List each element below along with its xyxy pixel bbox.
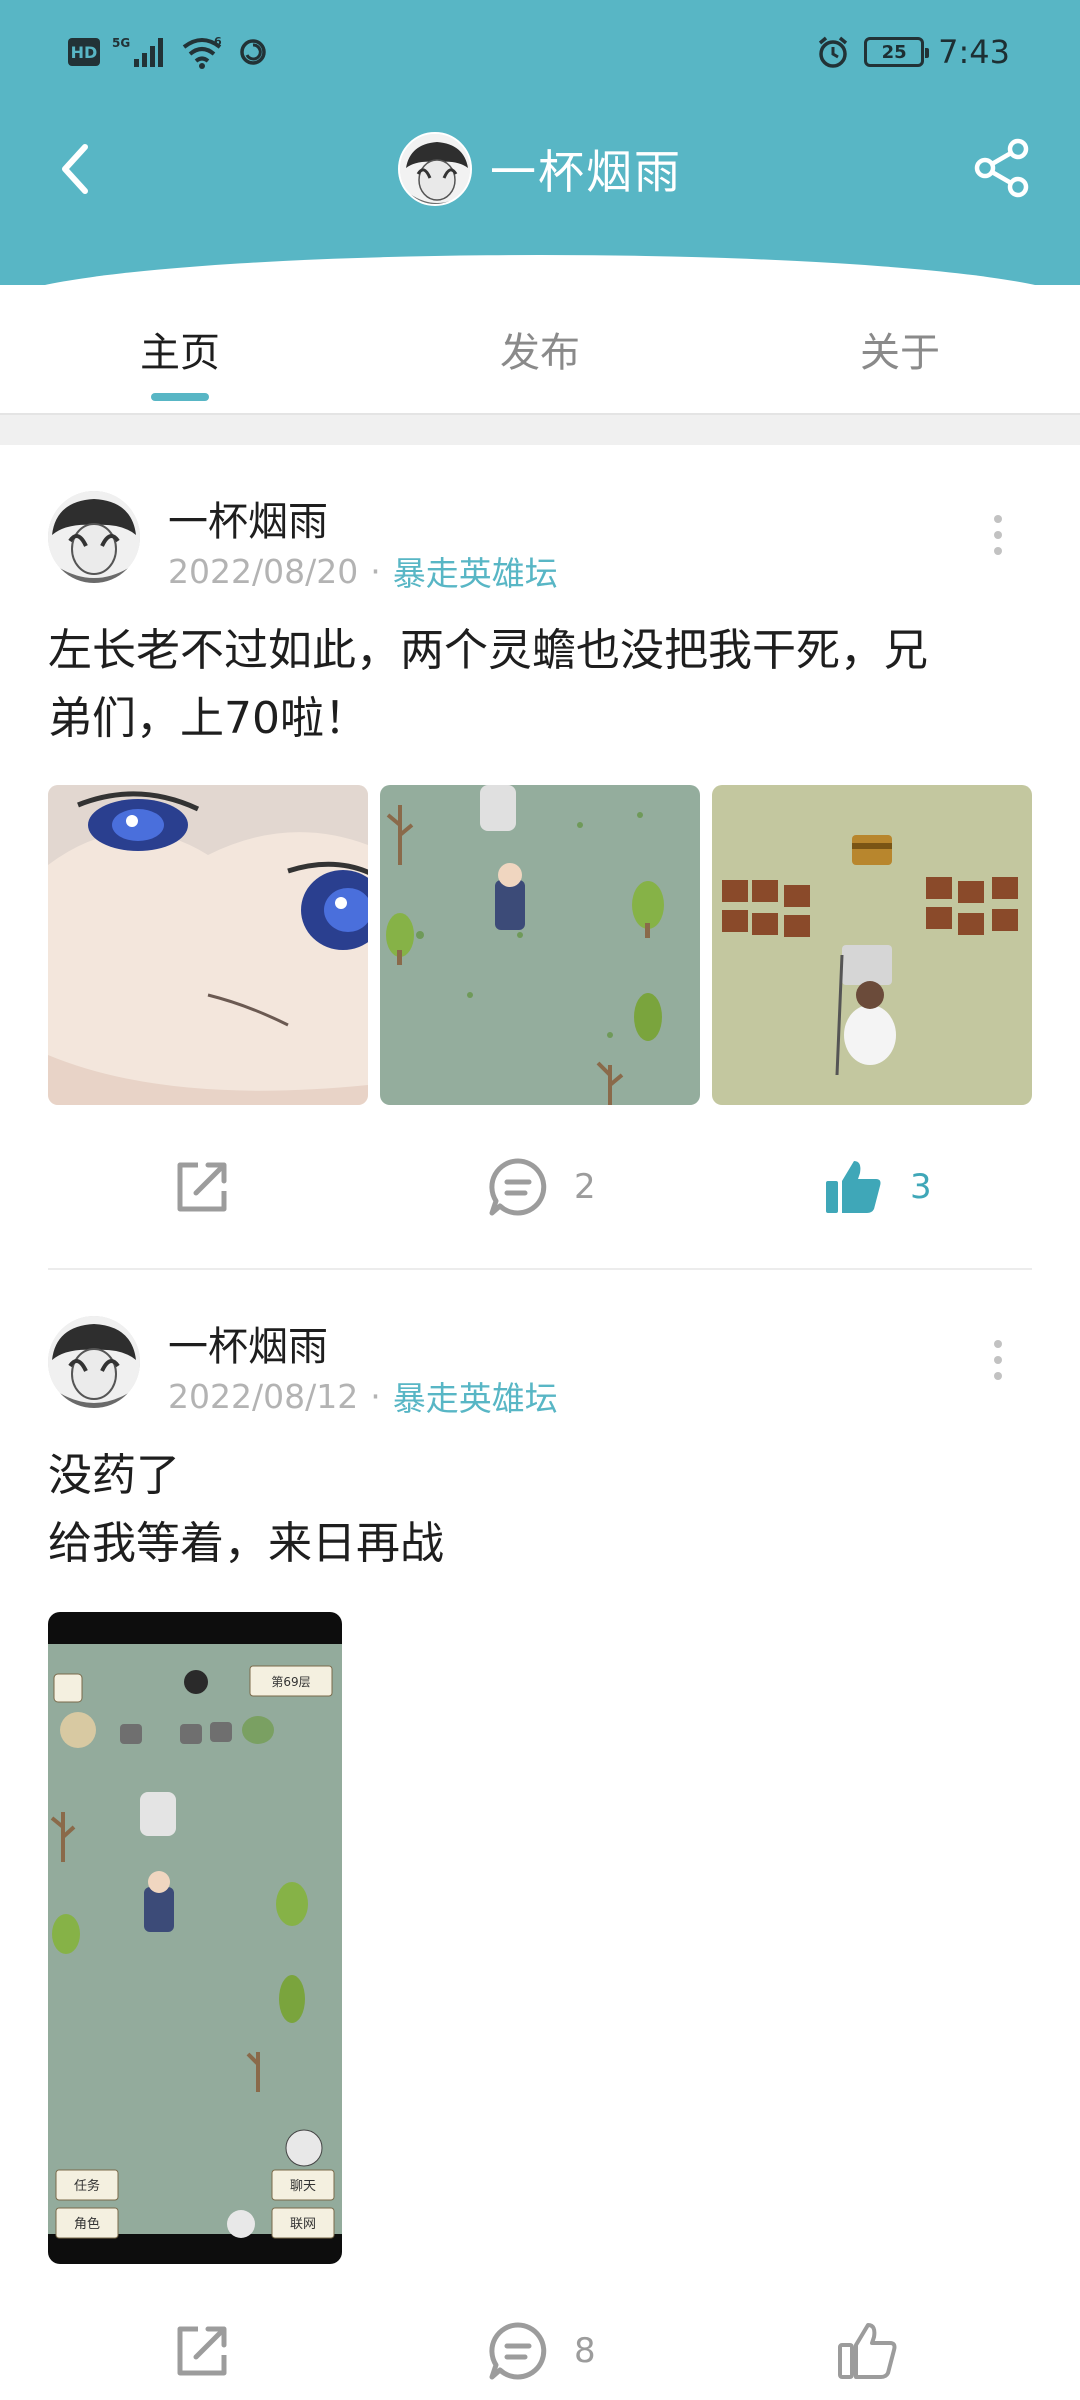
sync-icon xyxy=(238,37,268,67)
comment-icon xyxy=(489,2322,547,2380)
more-dot xyxy=(994,1372,1002,1380)
external-share-icon xyxy=(177,2326,227,2376)
more-dot xyxy=(994,515,1002,523)
tab-indicator xyxy=(151,393,209,401)
post-content: 没药了 给我等着，来日再战 xyxy=(48,1442,1040,1578)
post-date: 2022/08/12 xyxy=(168,1376,359,1416)
game-battle-image[interactable] xyxy=(712,785,1032,1105)
post-date: 2022/08/20 xyxy=(168,551,359,591)
wifi-label: 6 xyxy=(214,35,222,48)
comment-button[interactable]: 2 xyxy=(486,1142,596,1232)
post-card[interactable]: 一杯烟雨 2022/08/20 · 暴走英雄坛 左长老不过如此，两个灵蟾也没把我… xyxy=(0,445,1080,1270)
game-network-label: 联网 xyxy=(290,2217,316,2232)
more-dot xyxy=(994,531,1002,539)
5g-signal-icon: 5G xyxy=(112,35,168,69)
nav-bar: 一杯烟雨 xyxy=(0,104,1080,234)
tab-posts-label: 发布 xyxy=(500,330,580,376)
like-button[interactable] xyxy=(836,2306,924,2396)
hd-icon: HD xyxy=(68,38,100,66)
game-floor-label: 第69层 xyxy=(271,1675,310,1689)
net-type-label: 5G xyxy=(112,36,130,50)
post-content: 左长老不过如此，两个灵蟾也没把我干死，兄 弟们，上70啦！ xyxy=(48,617,1040,753)
post-forum-link[interactable]: 暴走英雄坛 xyxy=(393,1372,558,1420)
post-forum-link[interactable]: 暴走英雄坛 xyxy=(393,547,558,595)
post-card[interactable]: 一杯烟雨 2022/08/12 · 暴走英雄坛 没药了 给我等着，来日再战 第6… xyxy=(0,1270,1080,2400)
avatar[interactable] xyxy=(398,132,472,206)
external-share-icon xyxy=(177,1162,227,1212)
comment-count: 8 xyxy=(574,2331,596,2371)
comment-button[interactable]: 8 xyxy=(486,2306,596,2396)
wifi-icon: 6 xyxy=(180,35,226,69)
post-actions: 8 xyxy=(0,2306,1080,2396)
thumbs-up-icon xyxy=(838,2323,897,2379)
tab-home[interactable]: 主页 xyxy=(0,285,360,413)
thumbs-up-icon xyxy=(826,1161,881,1213)
anime-face-image[interactable] xyxy=(48,785,368,1105)
game-task-label: 任务 xyxy=(74,2178,100,2194)
post-author[interactable]: 一杯烟雨 xyxy=(168,489,328,547)
tab-about[interactable]: 关于 xyxy=(720,285,1080,413)
avatar[interactable] xyxy=(48,491,140,583)
battery-indicator: 25 xyxy=(864,37,930,67)
share-post-button[interactable] xyxy=(170,1142,234,1232)
status-left: HD 5G 6 xyxy=(68,30,268,74)
post-author[interactable]: 一杯烟雨 xyxy=(168,1314,328,1372)
post-text-line: 弟们，上70啦！ xyxy=(48,693,368,744)
comment-icon xyxy=(489,1158,547,1216)
game-role-label: 角色 xyxy=(74,2216,100,2232)
meta-dot: · xyxy=(370,551,381,591)
tab-posts[interactable]: 发布 xyxy=(360,285,720,413)
tab-about-label: 关于 xyxy=(860,330,940,376)
section-separator xyxy=(0,413,1080,445)
post-meta: 2022/08/20 · 暴走英雄坛 xyxy=(168,547,558,595)
like-button[interactable]: 3 xyxy=(822,1142,932,1232)
game-map-image[interactable] xyxy=(380,785,700,1105)
game-screenshot-image[interactable]: 第69层 任务 角色 聊天 联网 xyxy=(48,1612,342,2264)
share-button[interactable] xyxy=(964,130,1040,206)
more-options-button[interactable] xyxy=(978,505,1018,565)
post-text-line: 给我等着，来日再战 xyxy=(48,1518,444,1569)
like-count: 3 xyxy=(910,1167,932,1207)
game-chat-label: 聊天 xyxy=(290,2179,316,2194)
more-options-button[interactable] xyxy=(978,1330,1018,1390)
status-bar: HD 5G 6 25 7:43 xyxy=(0,0,1080,104)
clock: 7:43 xyxy=(938,33,1010,71)
share-post-button[interactable] xyxy=(170,2306,234,2396)
tab-home-label: 主页 xyxy=(140,330,220,376)
avatar[interactable] xyxy=(48,1316,140,1408)
comment-count: 2 xyxy=(574,1167,596,1207)
post-text-line: 没药了 xyxy=(48,1450,180,1501)
post-meta: 2022/08/12 · 暴走英雄坛 xyxy=(168,1372,558,1420)
share-icon xyxy=(974,138,1029,198)
profile-title: 一杯烟雨 xyxy=(0,132,1080,206)
profile-tabs: 主页 发布 关于 xyxy=(0,285,1080,413)
post-actions: 2 3 xyxy=(0,1142,1080,1232)
meta-dot: · xyxy=(370,1376,381,1416)
more-dot xyxy=(994,1340,1002,1348)
post-text-line: 左长老不过如此，两个灵蟾也没把我干死，兄 xyxy=(48,625,928,676)
more-dot xyxy=(994,547,1002,555)
status-right: 25 7:43 xyxy=(816,28,1010,76)
more-dot xyxy=(994,1356,1002,1364)
app-header: HD 5G 6 25 7:43 一杯烟雨 xyxy=(0,0,1080,315)
page-title: 一杯烟雨 xyxy=(490,145,682,199)
alarm-icon xyxy=(816,35,850,69)
